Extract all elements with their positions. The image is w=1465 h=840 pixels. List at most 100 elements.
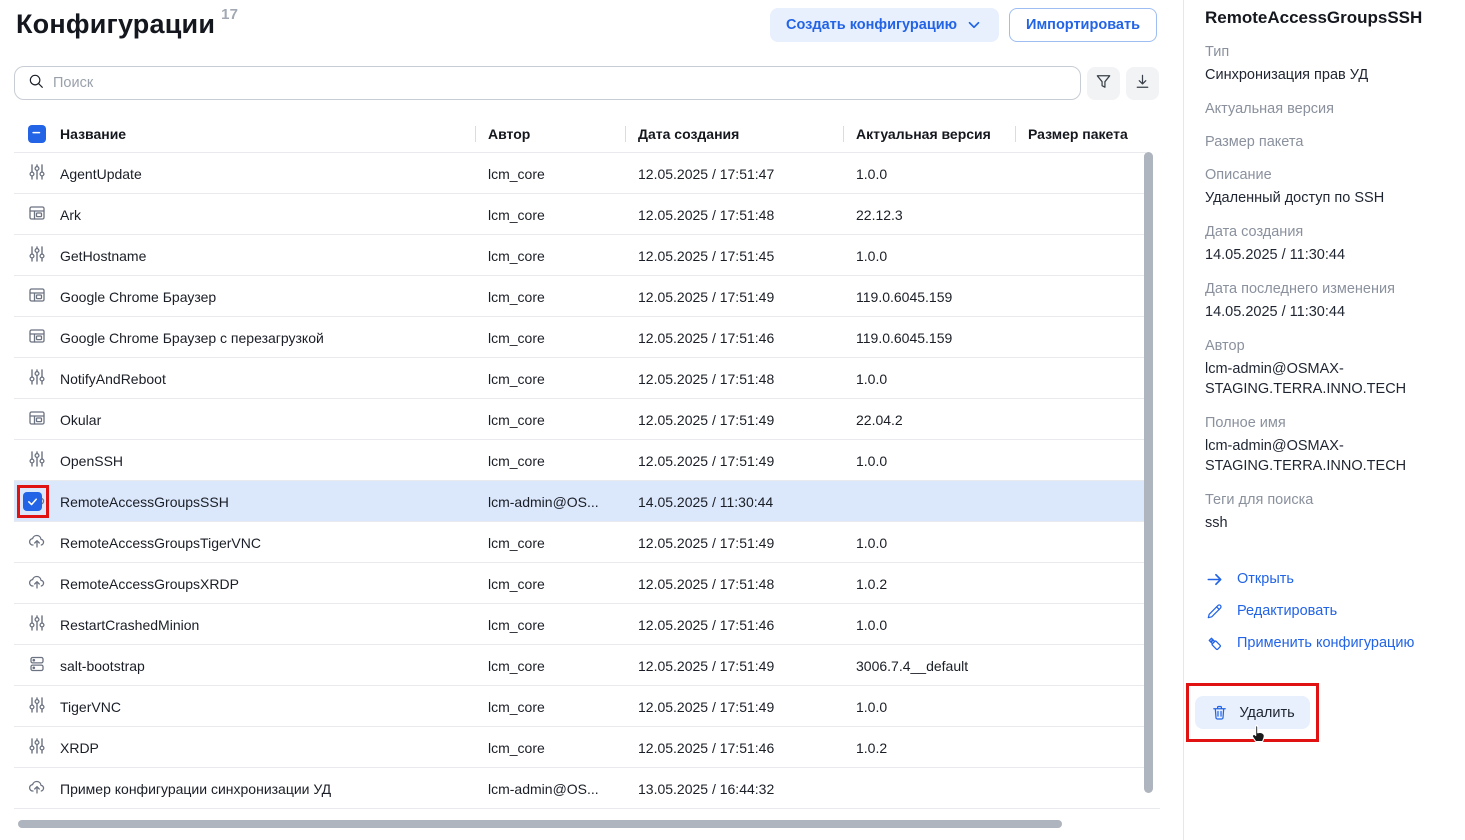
import-button[interactable]: Импортировать bbox=[1009, 8, 1157, 42]
config-version: 22.12.3 bbox=[843, 207, 1015, 223]
cloud-upload-icon bbox=[27, 572, 47, 595]
download-icon bbox=[1133, 72, 1152, 94]
config-name: RemoteAccessGroupsXRDP bbox=[60, 576, 475, 592]
panel-action-usb[interactable]: Применить конфигурацию bbox=[1205, 627, 1447, 659]
config-version: 1.0.0 bbox=[843, 453, 1015, 469]
detail-field: Дата последнего изменения 14.05.2025 / 1… bbox=[1205, 280, 1447, 322]
panel-action-pencil[interactable]: Редактировать bbox=[1205, 595, 1447, 627]
pencil-icon bbox=[1205, 602, 1224, 621]
details-panel: RemoteAccessGroupsSSH Тип Синхронизация … bbox=[1183, 0, 1465, 840]
table-row[interactable]: RemoteAccessGroupsSSH lcm-admin@OS... 14… bbox=[14, 480, 1146, 521]
config-version: 1.0.0 bbox=[843, 248, 1015, 264]
row-checkbox[interactable] bbox=[23, 492, 42, 511]
config-version: 1.0.0 bbox=[843, 535, 1015, 551]
config-author: lcm_core bbox=[475, 453, 625, 469]
config-version: 1.0.2 bbox=[843, 740, 1015, 756]
config-author: lcm_core bbox=[475, 207, 625, 223]
trash-icon bbox=[1210, 703, 1229, 722]
config-author: lcm_core bbox=[475, 699, 625, 715]
table-row[interactable]: Okular lcm_core 12.05.2025 / 17:51:49 22… bbox=[14, 398, 1146, 439]
config-created: 12.05.2025 / 17:51:46 bbox=[625, 740, 843, 756]
indeterminate-dash-icon bbox=[30, 126, 44, 143]
annotation-red-box-delete: Удалить bbox=[1186, 683, 1319, 742]
config-version: 1.0.2 bbox=[843, 576, 1015, 592]
filter-button[interactable] bbox=[1087, 67, 1120, 100]
table-row[interactable]: RemoteAccessGroupsXRDP lcm_core 12.05.20… bbox=[14, 562, 1146, 603]
config-version: 1.0.0 bbox=[843, 371, 1015, 387]
table-row[interactable]: OpenSSH lcm_core 12.05.2025 / 17:51:49 1… bbox=[14, 439, 1146, 480]
table-row[interactable]: NotifyAndReboot lcm_core 12.05.2025 / 17… bbox=[14, 357, 1146, 398]
app-window-icon bbox=[27, 203, 47, 226]
cloud-upload-icon bbox=[27, 531, 47, 554]
sliders-icon bbox=[27, 449, 47, 472]
config-author: lcm_core bbox=[475, 248, 625, 264]
page-title: Конфигурации17 bbox=[16, 6, 238, 40]
configurations-page: Конфигурации17 Создать конфигурацию Импо… bbox=[0, 0, 1465, 840]
table-row[interactable]: XRDP lcm_core 12.05.2025 / 17:51:46 1.0.… bbox=[14, 726, 1146, 767]
config-author: lcm_core bbox=[475, 330, 625, 346]
app-window-icon bbox=[27, 285, 47, 308]
detail-field: Автор lcm-admin@OSMAX-STAGING.TERRA.INNO… bbox=[1205, 337, 1447, 399]
detail-field: Тип Синхронизация прав УД bbox=[1205, 43, 1447, 85]
export-button[interactable] bbox=[1126, 67, 1159, 100]
table-row[interactable]: RemoteAccessGroupsTigerVNC lcm_core 12.0… bbox=[14, 521, 1146, 562]
arrow-right-icon bbox=[1205, 570, 1224, 589]
config-created: 12.05.2025 / 17:51:49 bbox=[625, 289, 843, 305]
select-all-checkbox[interactable] bbox=[28, 125, 46, 143]
config-created: 12.05.2025 / 17:51:45 bbox=[625, 248, 843, 264]
search-input[interactable] bbox=[53, 75, 1068, 91]
chevron-down-icon bbox=[965, 16, 983, 34]
details-title: RemoteAccessGroupsSSH bbox=[1205, 8, 1447, 28]
filter-icon bbox=[1094, 72, 1113, 94]
table-row[interactable]: Google Chrome Браузер lcm_core 12.05.202… bbox=[14, 275, 1146, 316]
config-created: 12.05.2025 / 17:51:49 bbox=[625, 453, 843, 469]
table-body: AgentUpdate lcm_core 12.05.2025 / 17:51:… bbox=[14, 152, 1146, 808]
sliders-icon bbox=[27, 244, 47, 267]
table-header: Название Автор Дата создания Актуальная … bbox=[14, 116, 1146, 152]
column-header-author: Автор bbox=[475, 116, 625, 152]
column-header-version: Актуальная версия bbox=[843, 116, 1015, 152]
detail-field: Актуальная версия bbox=[1205, 100, 1447, 118]
app-window-icon bbox=[27, 326, 47, 349]
configurations-table: Название Автор Дата создания Актуальная … bbox=[14, 116, 1146, 808]
config-created: 12.05.2025 / 17:51:48 bbox=[625, 207, 843, 223]
sliders-icon bbox=[27, 162, 47, 185]
config-author: lcm_core bbox=[475, 576, 625, 592]
config-version: 119.0.6045.159 bbox=[843, 289, 1015, 305]
config-created: 12.05.2025 / 17:51:49 bbox=[625, 412, 843, 428]
config-author: lcm_core bbox=[475, 617, 625, 633]
sliders-icon bbox=[27, 695, 47, 718]
table-row[interactable]: AgentUpdate lcm_core 12.05.2025 / 17:51:… bbox=[14, 152, 1146, 193]
table-row[interactable]: TigerVNC lcm_core 12.05.2025 / 17:51:49 … bbox=[14, 685, 1146, 726]
horizontal-scrollbar[interactable] bbox=[18, 820, 1062, 828]
config-version: 1.0.0 bbox=[843, 166, 1015, 182]
sliders-icon bbox=[27, 367, 47, 390]
config-name: Пример конфигурации синхронизации УД bbox=[60, 781, 475, 797]
search-box bbox=[14, 66, 1081, 100]
search-icon bbox=[27, 72, 45, 95]
column-header-name: Название bbox=[60, 116, 475, 152]
config-author: lcm_core bbox=[475, 740, 625, 756]
config-name: XRDP bbox=[60, 740, 475, 756]
detail-field: Теги для поиска ssh bbox=[1205, 491, 1447, 533]
sliders-icon bbox=[27, 736, 47, 759]
column-header-created: Дата создания bbox=[625, 116, 843, 152]
table-row[interactable]: Google Chrome Браузер с перезагрузкой lc… bbox=[14, 316, 1146, 357]
table-row[interactable]: Пример конфигурации синхронизации УД lcm… bbox=[14, 767, 1146, 808]
config-version: 1.0.0 bbox=[843, 617, 1015, 633]
config-author: lcm_core bbox=[475, 289, 625, 305]
panel-action-arrow-right[interactable]: Открыть bbox=[1205, 563, 1447, 595]
main-area: Конфигурации17 Создать конфигурацию Импо… bbox=[0, 0, 1183, 840]
sliders-icon bbox=[27, 613, 47, 636]
table-row[interactable]: GetHostname lcm_core 12.05.2025 / 17:51:… bbox=[14, 234, 1146, 275]
config-name: TigerVNC bbox=[60, 699, 475, 715]
config-author: lcm_core bbox=[475, 658, 625, 674]
table-row[interactable]: RestartCrashedMinion lcm_core 12.05.2025… bbox=[14, 603, 1146, 644]
create-configuration-button[interactable]: Создать конфигурацию bbox=[770, 8, 999, 42]
table-row[interactable]: salt-bootstrap lcm_core 12.05.2025 / 17:… bbox=[14, 644, 1146, 685]
table-row[interactable]: Ark lcm_core 12.05.2025 / 17:51:48 22.12… bbox=[14, 193, 1146, 234]
details-fields: Тип Синхронизация прав УД Актуальная вер… bbox=[1205, 43, 1447, 533]
config-created: 14.05.2025 / 11:30:44 bbox=[625, 494, 843, 510]
vertical-scrollbar[interactable] bbox=[1144, 152, 1153, 793]
server-icon bbox=[27, 654, 47, 677]
